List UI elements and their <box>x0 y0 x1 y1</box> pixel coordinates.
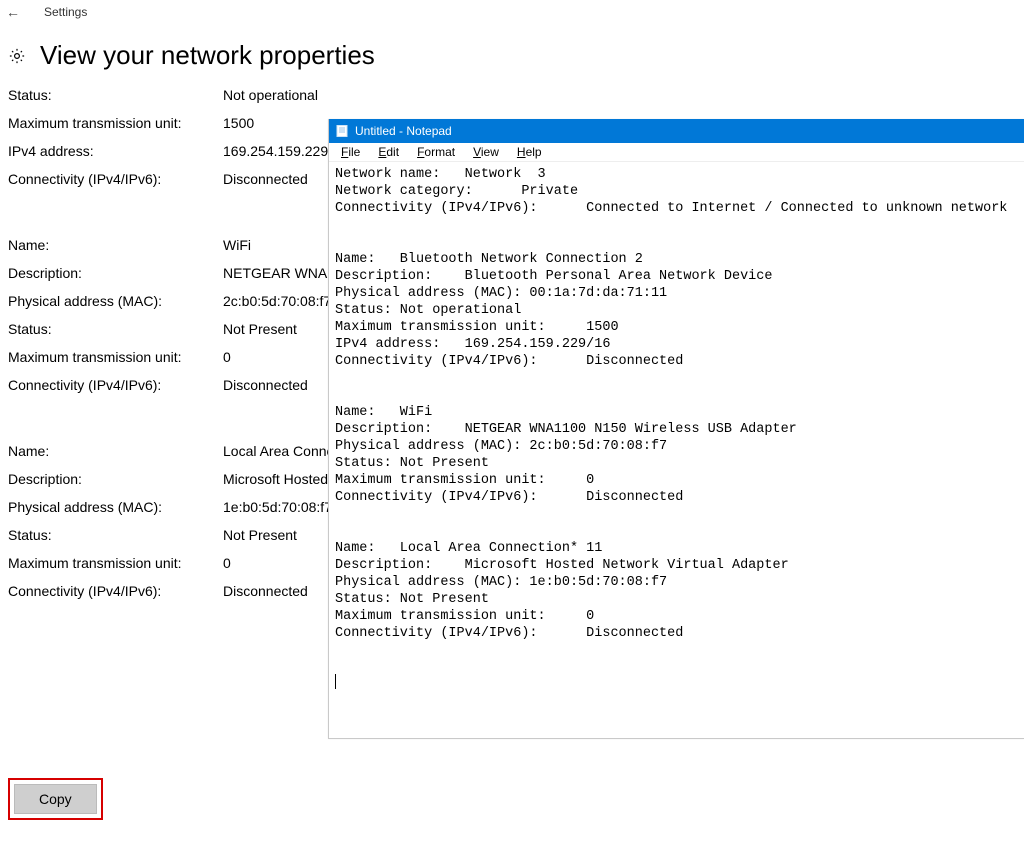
property-row: Status: Not operational <box>8 81 1016 109</box>
copy-button[interactable]: Copy <box>14 784 97 814</box>
copy-button-area: Copy <box>8 778 103 820</box>
property-label: Maximum transmission unit: <box>8 555 223 571</box>
property-value: 0 <box>223 555 231 571</box>
page-title: View your network properties <box>40 40 375 71</box>
property-value: Disconnected <box>223 377 308 393</box>
notepad-text-content: Network name: Network 3 Network category… <box>335 167 1007 641</box>
property-label: Name: <box>8 237 223 253</box>
notepad-window[interactable]: Untitled - Notepad File Edit Format View… <box>328 119 1024 739</box>
property-value: 0 <box>223 349 231 365</box>
property-label: Status: <box>8 527 223 543</box>
menu-help[interactable]: Help <box>509 144 550 160</box>
notepad-menubar: File Edit Format View Help <box>329 143 1024 162</box>
property-value: WiFi <box>223 237 251 253</box>
property-value: 2c:b0:5d:70:08:f7 <box>223 293 331 309</box>
text-caret <box>335 674 336 689</box>
copy-highlight-box: Copy <box>8 778 103 820</box>
property-value: Disconnected <box>223 583 308 599</box>
page-title-row: View your network properties <box>0 24 1024 81</box>
property-value: Not Present <box>223 321 297 337</box>
settings-app-title: Settings <box>44 5 87 19</box>
gear-icon <box>8 47 26 65</box>
property-label: Maximum transmission unit: <box>8 349 223 365</box>
menu-file[interactable]: File <box>333 144 368 160</box>
settings-header: ← Settings <box>0 0 1024 24</box>
notepad-text-area[interactable]: Network name: Network 3 Network category… <box>329 162 1024 738</box>
property-label: IPv4 address: <box>8 143 223 159</box>
back-button[interactable]: ← <box>6 4 20 20</box>
property-label: Description: <box>8 265 223 281</box>
property-label: Status: <box>8 87 223 103</box>
notepad-title: Untitled - Notepad <box>355 124 452 138</box>
notepad-titlebar[interactable]: Untitled - Notepad <box>329 119 1024 143</box>
property-label: Physical address (MAC): <box>8 499 223 515</box>
property-label: Status: <box>8 321 223 337</box>
property-label: Description: <box>8 471 223 487</box>
property-label: Connectivity (IPv4/IPv6): <box>8 583 223 599</box>
notepad-icon <box>335 124 349 138</box>
property-label: Connectivity (IPv4/IPv6): <box>8 377 223 393</box>
property-value: Not operational <box>223 87 318 103</box>
property-value: Disconnected <box>223 171 308 187</box>
property-value: Not Present <box>223 527 297 543</box>
menu-edit[interactable]: Edit <box>370 144 407 160</box>
property-label: Name: <box>8 443 223 459</box>
property-label: Physical address (MAC): <box>8 293 223 309</box>
property-label: Connectivity (IPv4/IPv6): <box>8 171 223 187</box>
property-label: Maximum transmission unit: <box>8 115 223 131</box>
menu-view[interactable]: View <box>465 144 507 160</box>
property-value: 1e:b0:5d:70:08:f7 <box>223 499 332 515</box>
property-value: 1500 <box>223 115 254 131</box>
menu-format[interactable]: Format <box>409 144 463 160</box>
